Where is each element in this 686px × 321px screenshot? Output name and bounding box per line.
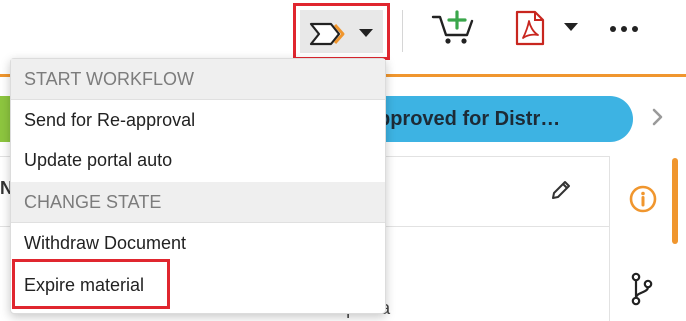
pdf-caret-down-icon[interactable] bbox=[563, 22, 579, 32]
menu-item-update-portal-auto[interactable]: Update portal auto bbox=[11, 140, 385, 180]
highlight-box bbox=[12, 259, 170, 309]
pdf-icon[interactable] bbox=[514, 10, 546, 46]
workflow-chevrons-icon bbox=[309, 22, 345, 46]
chevron-right-icon[interactable] bbox=[652, 108, 664, 126]
workflow-button-face bbox=[300, 10, 383, 53]
workflow-button[interactable] bbox=[293, 3, 390, 60]
more-horizontal-icon[interactable] bbox=[609, 25, 641, 33]
branch-icon[interactable] bbox=[630, 272, 654, 306]
add-to-cart-icon[interactable] bbox=[431, 10, 477, 46]
info-icon[interactable] bbox=[628, 184, 658, 214]
caret-down-icon bbox=[359, 29, 373, 37]
menu-section-header: CHANGE STATE bbox=[11, 182, 385, 222]
menu-item-send-for-re-approval[interactable]: Send for Re-approval bbox=[11, 100, 385, 140]
side-panel-scrollbar[interactable] bbox=[672, 158, 678, 244]
document-page: pproved for Distr… N Name Edvard Munch –… bbox=[0, 0, 686, 321]
toolbar-divider bbox=[402, 10, 403, 52]
side-panel-divider bbox=[609, 156, 610, 321]
menu-section-header: START WORKFLOW bbox=[11, 59, 385, 99]
menu-item-withdraw-document[interactable]: Withdraw Document bbox=[11, 223, 385, 263]
pencil-icon[interactable] bbox=[549, 178, 573, 202]
